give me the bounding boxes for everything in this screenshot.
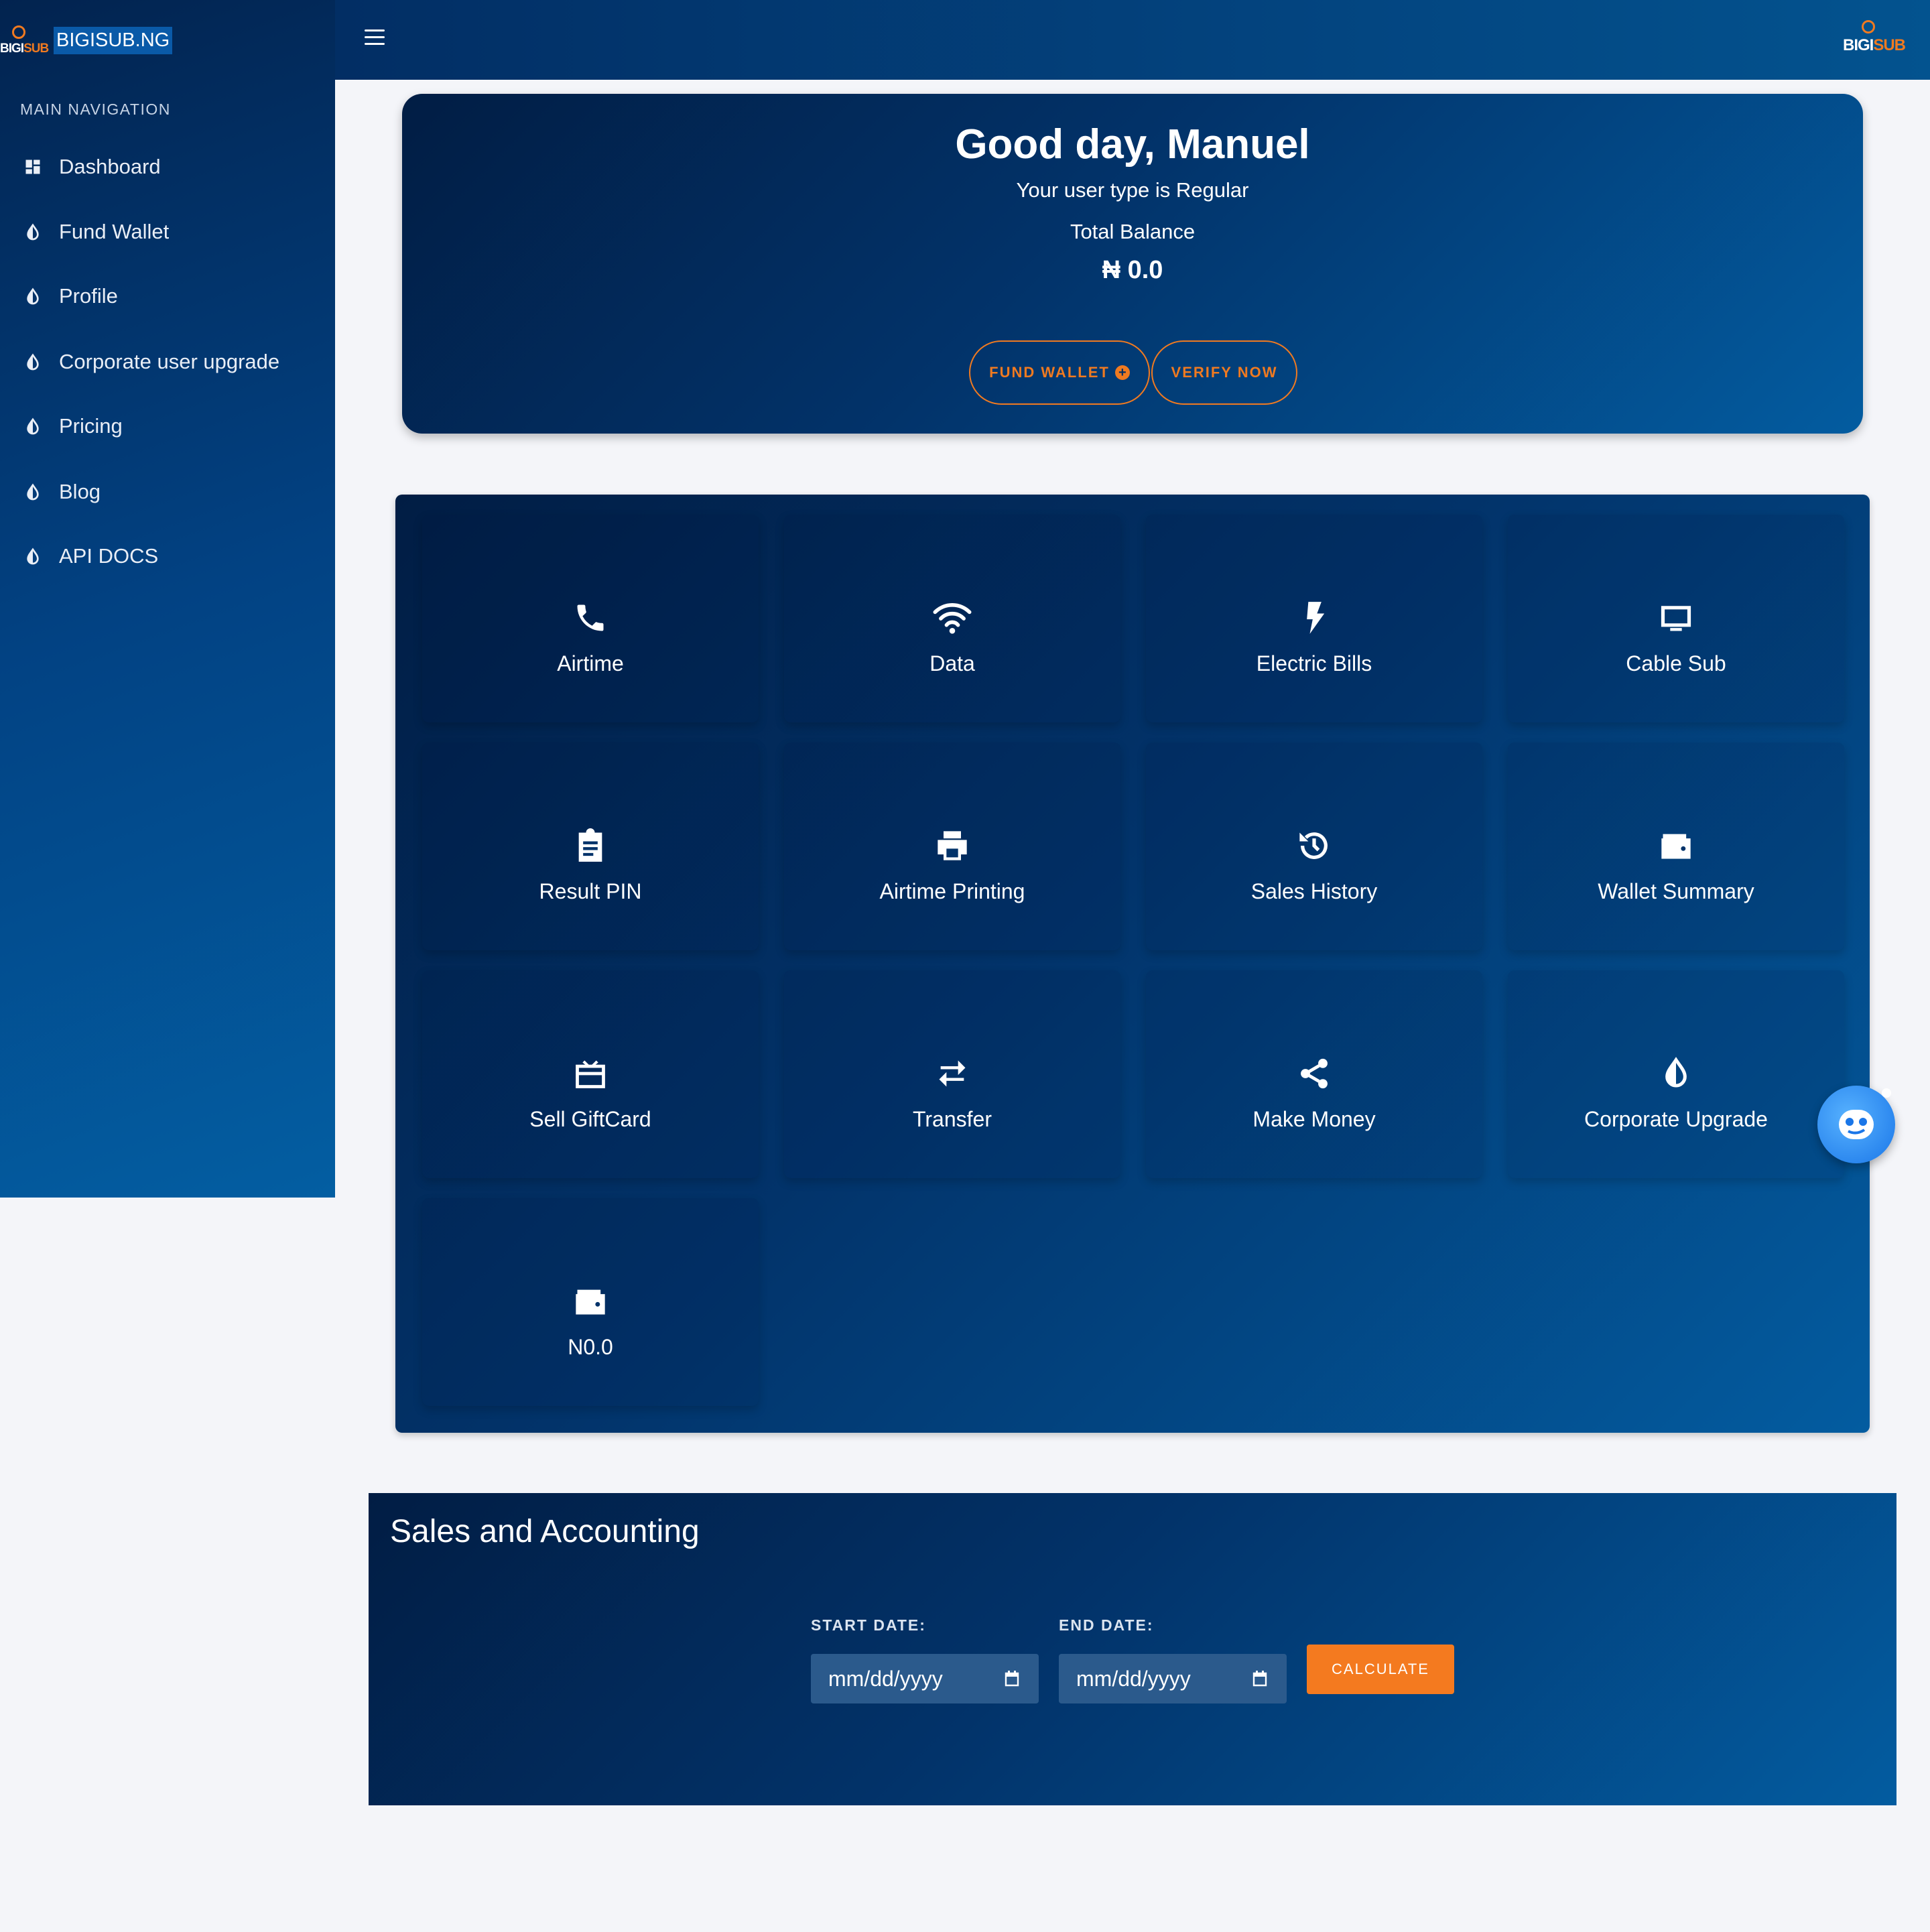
sidebar-item-label: Corporate user upgrade (59, 350, 280, 373)
fund-wallet-button[interactable]: FUND WALLET + (969, 340, 1150, 405)
service-tile-make-money[interactable]: Make Money (1146, 970, 1482, 1178)
sidebar-item-label: Fund Wallet (59, 220, 170, 243)
drop-icon (23, 482, 43, 502)
topbar: BIGISUB (335, 0, 1930, 80)
start-date-placeholder: mm/dd/yyyy (828, 1666, 943, 1691)
clipboard-icon (422, 828, 759, 863)
sidebar-item-pricing[interactable]: Pricing (0, 406, 335, 446)
service-label: Electric Bills (1256, 651, 1372, 675)
sidebar-item-profile[interactable]: Profile (0, 276, 335, 316)
tv-icon (1508, 600, 1844, 635)
topbar-logo[interactable]: BIGISUB (1843, 19, 1906, 59)
user-type-text: Your user type is Regular (1016, 178, 1249, 202)
history-icon (1146, 828, 1482, 863)
service-label: Result PIN (539, 879, 642, 903)
sidebar-item-label: API DOCS (59, 544, 159, 568)
service-label: Sales History (1250, 879, 1378, 903)
service-tile-cable-sub[interactable]: Cable Sub (1508, 515, 1844, 722)
service-tile-airtime[interactable]: Airtime (422, 515, 759, 722)
wifi-icon (784, 600, 1120, 635)
brand-logo: BIGISUB (0, 24, 49, 56)
sales-accounting-panel: Sales and Accounting START DATE: END DAT… (369, 1493, 1896, 1805)
welcome-card: Good day, Manuel Your user type is Regul… (402, 94, 1863, 434)
sidebar-item-dashboard[interactable]: Dashboard (0, 147, 335, 187)
start-date-input[interactable]: mm/dd/yyyy (811, 1654, 1039, 1703)
services-panel: Airtime Data Electric Bills Cable Sub Re… (395, 495, 1870, 1433)
share-icon (1146, 1056, 1482, 1091)
chat-badge (1882, 1088, 1891, 1098)
fund-wallet-label: FUND WALLET (989, 364, 1110, 381)
service-tile-data[interactable]: Data (784, 515, 1120, 722)
service-tile-wallet-balance[interactable]: N0.0 (422, 1198, 759, 1406)
start-date-label: START DATE: (811, 1616, 926, 1634)
chat-face-icon (1839, 1110, 1874, 1139)
service-label: Airtime (557, 651, 624, 675)
drop-icon (23, 352, 43, 372)
verify-now-label: VERIFY NOW (1171, 364, 1278, 381)
balance-value: ₦ 0.0 (1102, 256, 1163, 284)
sidebar-item-label: Pricing (59, 414, 123, 438)
brand-name[interactable]: BIGISUB.NG (54, 26, 173, 54)
service-label: Data (929, 651, 975, 675)
service-tile-corporate-upgrade[interactable]: Corporate Upgrade (1508, 970, 1844, 1178)
drop-icon (23, 416, 43, 436)
service-label: Corporate Upgrade (1584, 1107, 1768, 1131)
drop-icon (23, 222, 43, 242)
sidebar: BIGISUB BIGISUB.NG MAIN NAVIGATION Dashb… (0, 0, 335, 1198)
calendar-icon[interactable] (1004, 1670, 1020, 1687)
transfer-icon (784, 1056, 1120, 1091)
wallet-icon (1508, 828, 1844, 863)
sidebar-item-label: Dashboard (59, 155, 161, 178)
service-tile-result-pin[interactable]: Result PIN (422, 743, 759, 950)
service-label: Airtime Printing (879, 879, 1025, 903)
nav-section-header: MAIN NAVIGATION (20, 101, 171, 118)
sidebar-item-label: Blog (59, 480, 101, 503)
dashboard-icon (23, 157, 43, 177)
drop-icon (23, 546, 43, 566)
sidebar-item-label: Profile (59, 284, 118, 308)
sidebar-item-fund-wallet[interactable]: Fund Wallet (0, 212, 335, 252)
service-tile-sales-history[interactable]: Sales History (1146, 743, 1482, 950)
verify-now-button[interactable]: VERIFY NOW (1151, 340, 1297, 405)
service-label: Transfer (913, 1107, 992, 1131)
end-date-input[interactable]: mm/dd/yyyy (1059, 1654, 1287, 1703)
bolt-icon (1146, 600, 1482, 635)
service-tile-airtime-printing[interactable]: Airtime Printing (784, 743, 1120, 950)
service-tile-sell-giftcard[interactable]: Sell GiftCard (422, 970, 759, 1178)
balance-label: Total Balance (1070, 220, 1196, 243)
service-tile-transfer[interactable]: Transfer (784, 970, 1120, 1178)
calendar-icon[interactable] (1252, 1670, 1268, 1687)
hamburger-icon[interactable] (365, 29, 385, 46)
service-tile-wallet-summary[interactable]: Wallet Summary (1508, 743, 1844, 950)
wallet-icon (422, 1284, 759, 1319)
chat-widget-button[interactable] (1817, 1086, 1895, 1163)
drop-icon (23, 286, 43, 306)
printer-icon (784, 828, 1120, 863)
section-title: Sales and Accounting (390, 1514, 700, 1549)
service-label: Sell GiftCard (529, 1107, 651, 1131)
end-date-label: END DATE: (1059, 1616, 1154, 1634)
giftcard-icon (422, 1056, 759, 1091)
service-label: N0.0 (568, 1335, 613, 1359)
drop-icon (1508, 1056, 1844, 1091)
greeting: Good day, Manuel (955, 121, 1310, 168)
sidebar-item-blog[interactable]: Blog (0, 472, 335, 512)
service-label: Make Money (1252, 1107, 1376, 1131)
calculate-button[interactable]: CALCULATE (1307, 1645, 1454, 1694)
phone-icon (422, 600, 759, 635)
service-tile-electric-bills[interactable]: Electric Bills (1146, 515, 1482, 722)
sidebar-item-api-docs[interactable]: API DOCS (0, 536, 335, 576)
end-date-placeholder: mm/dd/yyyy (1076, 1666, 1191, 1691)
plus-circle-icon: + (1114, 365, 1130, 380)
service-label: Cable Sub (1626, 651, 1726, 675)
sidebar-item-corporate-upgrade[interactable]: Corporate user upgrade (0, 342, 335, 382)
brand[interactable]: BIGISUB BIGISUB.NG (0, 24, 173, 56)
service-label: Wallet Summary (1598, 879, 1754, 903)
